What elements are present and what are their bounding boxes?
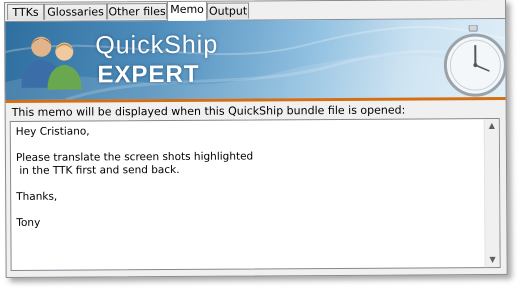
memo-label: This memo will be displayed when this Qu… [11,103,406,119]
scroll-up-arrow-icon[interactable]: ▲ [485,119,499,133]
tab-ttks[interactable]: TTKs [7,3,45,20]
memo-textarea[interactable]: Hey Cristiano, Please translate the scre… [9,117,501,271]
quickship-window: TTKs Glossaries Other files Memo Output … [4,0,508,278]
tab-other-files[interactable]: Other files [107,3,168,20]
banner-subtitle: EXPERT [97,60,200,89]
tab-glossaries[interactable]: Glossaries [44,3,108,20]
stopwatch-icon [443,24,506,97]
banner-title: QuickShip [95,30,219,60]
quickship-banner: QuickShip EXPERT [5,18,506,100]
scroll-down-arrow-icon[interactable]: ▼ [486,253,500,267]
memo-text[interactable]: Hey Cristiano, Please translate the scre… [16,123,477,230]
users-icon [21,36,82,90]
tab-output[interactable]: Output [207,2,250,19]
memo-scrollbar[interactable]: ▲ ▼ [483,118,500,268]
tab-memo[interactable]: Memo [166,0,208,22]
